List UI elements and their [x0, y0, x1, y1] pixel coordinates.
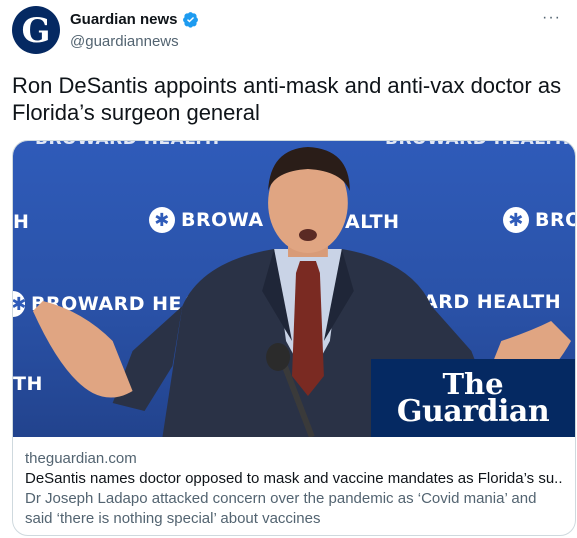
author-display-name[interactable]: Guardian news [70, 11, 178, 28]
author-name-row[interactable]: Guardian news [70, 11, 199, 28]
author-handle[interactable]: @guardiannews [70, 33, 179, 50]
card-description: Dr Joseph Ladapo attacked concern over t… [25, 490, 537, 527]
the-guardian-logo: The Guardian [371, 359, 575, 437]
verified-badge-icon [182, 12, 198, 28]
card-domain: theguardian.com [25, 450, 137, 467]
link-card[interactable]: BROWARD HEALTH BROWARD HEALTH H ✱ BROWA … [12, 140, 576, 536]
card-title[interactable]: DeSantis names doctor opposed to mask an… [25, 469, 563, 489]
more-options-icon[interactable]: ··· [542, 10, 561, 26]
logo-line-guardian: Guardian [396, 394, 550, 429]
card-image[interactable]: BROWARD HEALTH BROWARD HEALTH H ✱ BROWA … [13, 141, 575, 437]
avatar-logo: G [21, 11, 51, 51]
guardian-avatar[interactable]: G [12, 6, 60, 54]
card-body[interactable]: theguardian.com DeSantis names doctor op… [13, 437, 575, 529]
tweet-text: Ron DeSantis appoints anti-mask and anti… [12, 73, 562, 125]
